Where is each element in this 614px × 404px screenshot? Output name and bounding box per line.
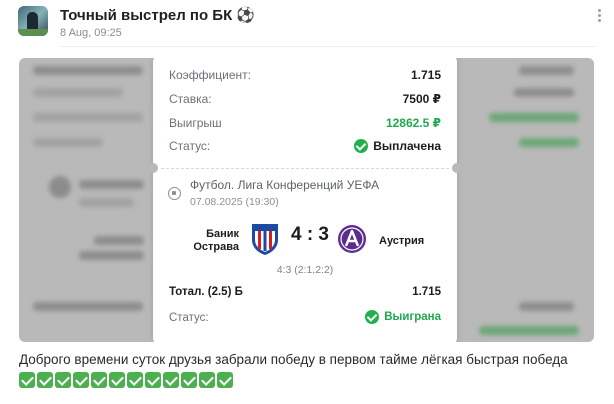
check-emoji-row bbox=[19, 372, 233, 388]
check-mark-emoji-icon bbox=[73, 372, 89, 388]
bet-slip-card: Коэффициент: 1.715 Ставка: 7500 ₽ Выигры… bbox=[148, 58, 462, 342]
bet-market-row: Тотал. (2.5) Б 1.715 bbox=[169, 286, 441, 302]
bet-result-value: Выиграна bbox=[365, 310, 441, 324]
football-icon bbox=[168, 187, 181, 200]
check-circle-icon bbox=[365, 310, 380, 324]
check-mark-emoji-icon bbox=[109, 372, 125, 388]
ticket-divider bbox=[161, 168, 449, 169]
payment-status-label: Статус: bbox=[169, 139, 211, 153]
event-date: 07.08.2025 (19:30) bbox=[190, 196, 279, 208]
check-mark-emoji-icon bbox=[217, 372, 233, 388]
payout-label: Выигрыш bbox=[169, 116, 222, 130]
payment-status-row: Статус: Выплачена bbox=[169, 139, 441, 157]
check-mark-emoji-icon bbox=[145, 372, 161, 388]
check-mark-emoji-icon bbox=[181, 372, 197, 388]
payout-value: 12862.5 ₽ bbox=[385, 116, 441, 130]
bet-market-odds: 1.715 bbox=[412, 286, 441, 298]
post-header: Точный выстрел по БК ⚽ 8 Aug, 09:25 bbox=[18, 4, 614, 44]
check-mark-emoji-icon bbox=[163, 372, 179, 388]
header-divider bbox=[60, 46, 596, 47]
check-mark-emoji-icon bbox=[55, 372, 71, 388]
away-team-name: Аустрия bbox=[379, 235, 425, 247]
check-mark-emoji-icon bbox=[199, 372, 215, 388]
bet-result-row: Статус: Выиграна bbox=[169, 310, 441, 328]
coefficient-label: Коэффициент: bbox=[169, 68, 251, 82]
bet-market-label: Тотал. (2.5) Б bbox=[169, 286, 243, 298]
check-mark-emoji-icon bbox=[127, 372, 143, 388]
stake-value: 7500 ₽ bbox=[402, 92, 441, 106]
stake-row: Ставка: 7500 ₽ bbox=[169, 92, 441, 110]
post-caption: Доброго времени суток друзья забрали поб… bbox=[19, 352, 568, 367]
post-date: 8 Aug, 09:25 bbox=[60, 27, 122, 39]
austria-wien-logo-icon bbox=[338, 225, 366, 253]
banik-ostrava-logo-icon bbox=[252, 224, 278, 255]
check-mark-emoji-icon bbox=[91, 372, 107, 388]
channel-avatar[interactable] bbox=[18, 6, 48, 36]
payment-status-value: Выплачена bbox=[354, 139, 441, 153]
channel-name[interactable]: Точный выстрел по БК ⚽ bbox=[60, 6, 255, 24]
more-options-icon[interactable] bbox=[596, 9, 602, 25]
post-image[interactable]: Коэффициент: 1.715 Ставка: 7500 ₽ Выигры… bbox=[19, 58, 594, 342]
bet-result-text: Выиграна bbox=[384, 311, 441, 323]
check-circle-icon bbox=[354, 139, 369, 153]
match-score: 4 : 3 bbox=[290, 224, 330, 245]
bet-result-label: Статус: bbox=[169, 312, 209, 324]
coefficient-value: 1.715 bbox=[410, 68, 441, 82]
payment-status-text: Выплачена bbox=[373, 139, 441, 153]
check-mark-emoji-icon bbox=[37, 372, 53, 388]
coefficient-row: Коэффициент: 1.715 bbox=[169, 68, 441, 86]
payout-row: Выигрыш 12862.5 ₽ bbox=[169, 116, 441, 134]
league-name: Футбол. Лига Конференций УЕФА bbox=[190, 178, 380, 192]
score-detail: 4:3 (2:1,2:2) bbox=[276, 264, 334, 276]
stake-label: Ставка: bbox=[169, 92, 212, 106]
home-team-name: Баник Острава bbox=[193, 228, 239, 253]
check-mark-emoji-icon bbox=[19, 372, 35, 388]
